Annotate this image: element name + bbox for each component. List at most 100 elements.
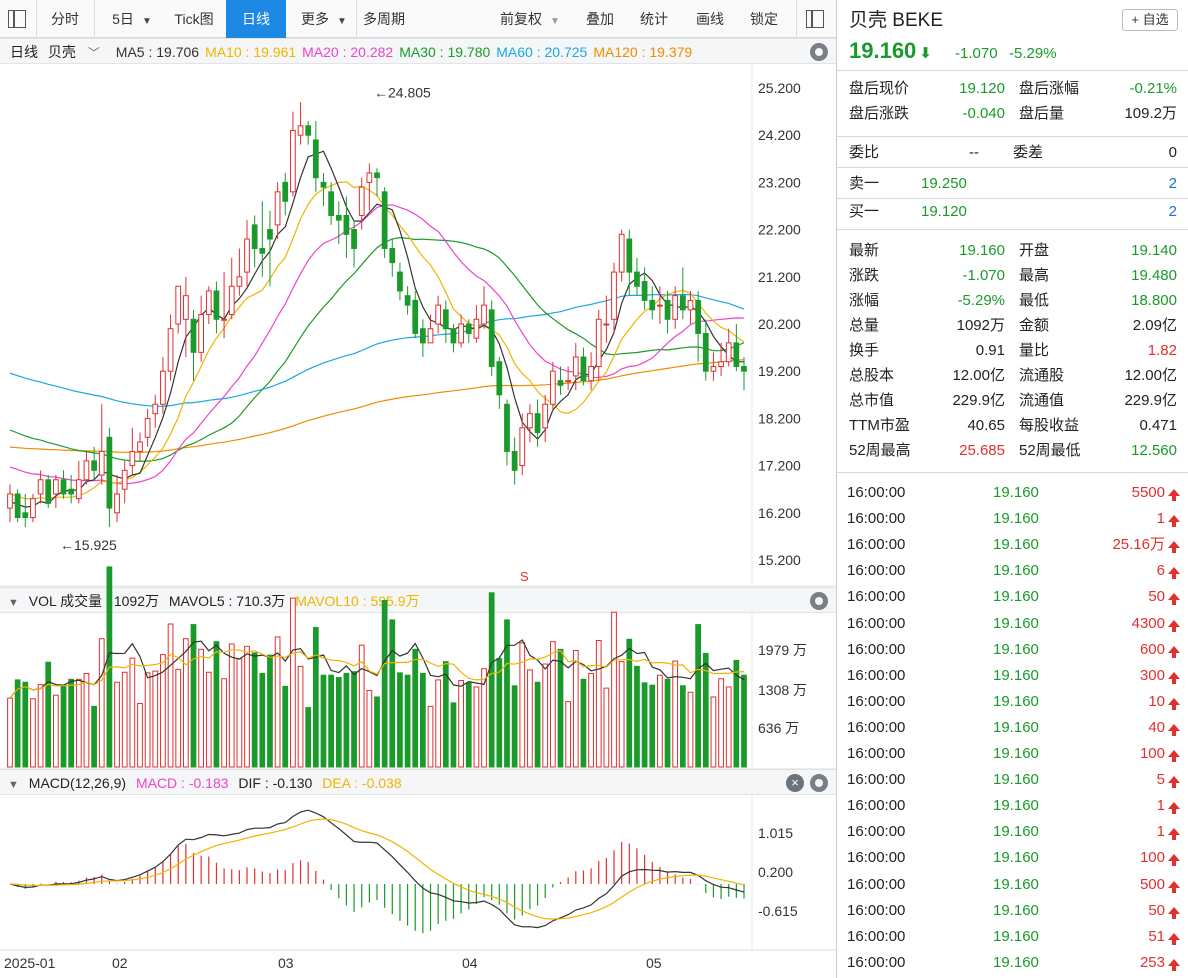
volume-bar xyxy=(213,641,220,768)
candle-body xyxy=(335,214,342,221)
macd-tick-label: 0.200 xyxy=(758,864,793,880)
tab-fenshi[interactable]: 分时 xyxy=(40,0,90,38)
tab-5day[interactable]: 5日 ▼ xyxy=(104,0,160,38)
stat-label: 流通股 xyxy=(1019,367,1065,384)
divider xyxy=(837,167,1188,168)
panel-toggle-left-icon[interactable] xyxy=(8,10,26,28)
overlay-button[interactable]: 叠加 xyxy=(576,0,624,38)
draw-button[interactable]: 画线 xyxy=(686,0,734,38)
tick-price: 19.160 xyxy=(993,745,1039,762)
volume-bar xyxy=(557,648,564,768)
tick-time: 16:00:00 xyxy=(847,510,906,528)
candle-body xyxy=(534,413,541,434)
stat-value: 12.560 xyxy=(1131,442,1177,459)
tick-price: 19.160 xyxy=(993,797,1039,815)
tick-time: 16:00:00 xyxy=(847,927,906,945)
volume-bar xyxy=(420,672,426,768)
volume-bar xyxy=(511,685,518,768)
stock-app: 分时 5日 ▼ Tick图 日线 更多 ▼ 多周期 前复权 ▼ 叠加 统计 画线 锁定… xyxy=(0,0,1188,978)
lock-button[interactable]: 锁定 xyxy=(740,0,788,38)
adjust-dropdown[interactable]: 前复权 ▼ xyxy=(492,0,568,38)
tick-volume: 1 xyxy=(1156,823,1165,841)
candle-body xyxy=(427,328,434,344)
volume-bar xyxy=(98,638,105,768)
tick-price: 19.160 xyxy=(993,692,1039,710)
candle-body xyxy=(718,361,724,367)
tick-time: 16:00:00 xyxy=(847,666,906,684)
tick-price: 19.160 xyxy=(993,718,1039,736)
tab-multi-period[interactable]: 多周期 xyxy=(358,0,410,38)
candle-body xyxy=(595,318,602,367)
add-favorite-button[interactable]: + 自选 xyxy=(1122,9,1178,31)
volume-bar xyxy=(7,697,13,768)
volume-bar xyxy=(290,597,296,768)
volume-bar xyxy=(618,661,625,768)
tick-volume: 50 xyxy=(1148,901,1165,919)
candle-body xyxy=(53,479,59,495)
candle-body xyxy=(182,295,189,320)
candle-body xyxy=(465,323,472,334)
volume-bar xyxy=(137,702,143,768)
candle-body xyxy=(634,271,640,287)
adjust-label: 前复权 xyxy=(500,11,543,27)
volume-bar xyxy=(305,707,312,768)
stat-value: 1092万 xyxy=(956,317,1005,334)
volume-bar xyxy=(725,686,732,768)
divider xyxy=(356,0,357,38)
buy1-volume: 2 xyxy=(1168,203,1177,220)
volume-bar xyxy=(267,654,273,768)
candle-body xyxy=(527,413,533,429)
volume-bar xyxy=(695,624,701,768)
tick-time: 16:00:00 xyxy=(847,614,906,632)
tab-5day-label: 5日 xyxy=(112,11,134,27)
chart-toolbar: 分时 5日 ▼ Tick图 日线 更多 ▼ 多周期 前复权 ▼ 叠加 统计 画线 锁定 xyxy=(0,0,836,38)
tab-more[interactable]: 更多 ▼ xyxy=(294,0,354,38)
volume-bar xyxy=(687,691,694,768)
volume-bar xyxy=(68,678,75,768)
volume-bar xyxy=(458,679,464,768)
volume-bar xyxy=(404,674,411,768)
volume-bar xyxy=(320,674,327,768)
stat-label: 流通值 xyxy=(1019,392,1065,409)
candle-body xyxy=(687,299,694,311)
sell1-volume: 2 xyxy=(1168,175,1177,192)
kline-chart[interactable]: 25.200 24.200 23.200 22.200 21.200 20.200 19.2… xyxy=(0,38,836,978)
stat-value: 25.685 xyxy=(959,442,1005,459)
candle-body xyxy=(458,323,464,344)
candle-body xyxy=(320,181,327,188)
candle-body xyxy=(228,285,235,316)
volume-bar xyxy=(381,599,388,768)
candle-body xyxy=(152,403,159,415)
candle-body xyxy=(435,304,442,325)
stats-button[interactable]: 统计 xyxy=(630,0,678,38)
candle-body xyxy=(450,328,457,344)
volume-bar xyxy=(595,639,602,768)
volume-bar xyxy=(641,682,648,768)
date-axis-label: 05 xyxy=(646,955,662,971)
volume-bar xyxy=(580,678,587,768)
volume-bar xyxy=(412,648,419,768)
divider xyxy=(796,0,797,38)
tab-daily[interactable]: 日线 xyxy=(226,0,286,38)
tick-volume: 25.16万 xyxy=(1112,536,1165,554)
vol-tick-label: 1308 万 xyxy=(758,682,807,698)
tick-price: 19.160 xyxy=(993,510,1039,528)
candle-body xyxy=(618,233,625,273)
divider xyxy=(837,70,1188,71)
tick-price: 19.160 xyxy=(993,614,1039,632)
candle-body xyxy=(404,295,411,306)
tab-tick[interactable]: Tick图 xyxy=(166,0,222,38)
panel-toggle-right-icon[interactable] xyxy=(806,10,824,28)
tick-time: 16:00:00 xyxy=(847,823,906,841)
volume-bar xyxy=(389,619,396,768)
macd-tick-label: -0.615 xyxy=(758,903,798,919)
volume-bar xyxy=(572,649,579,768)
candle-body xyxy=(68,488,75,495)
price-tick-label: 23.200 xyxy=(758,174,801,190)
tick-time: 16:00:00 xyxy=(847,849,906,867)
candle-body xyxy=(190,318,197,353)
tick-price: 19.160 xyxy=(993,875,1039,893)
candle-body xyxy=(144,417,151,438)
arrow-up-icon xyxy=(1167,665,1183,685)
stat-value: 12.00亿 xyxy=(952,367,1005,384)
